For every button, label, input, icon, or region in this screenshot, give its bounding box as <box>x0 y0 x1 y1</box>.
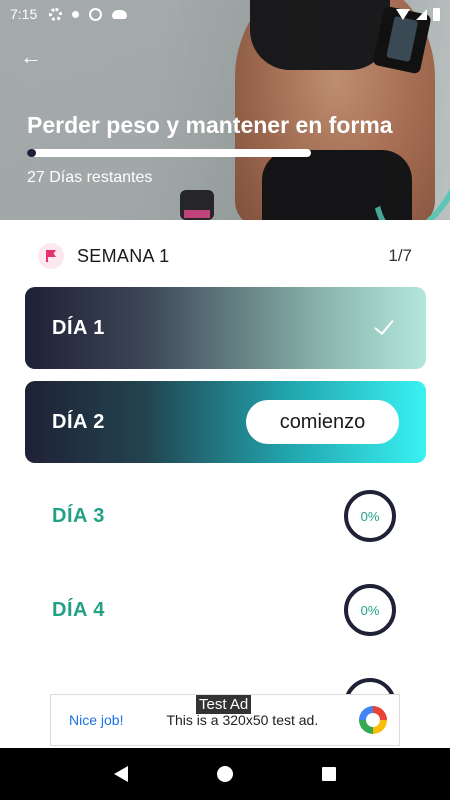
day-label: DÍA 2 <box>52 410 105 433</box>
ad-body: This is a 320x50 test ad. <box>166 712 319 728</box>
day-progress-ring: 0% <box>344 584 396 636</box>
back-button[interactable]: ← <box>18 44 44 70</box>
week-label: SEMANA 1 <box>77 245 170 266</box>
week-count: 1/7 <box>388 246 412 265</box>
status-system-icons <box>396 7 440 21</box>
program-progress-fill <box>27 149 36 157</box>
wifi-icon <box>396 8 410 20</box>
battery-icon <box>433 7 440 21</box>
dot-icon <box>72 10 80 18</box>
day-progress-ring: 0% <box>344 490 396 542</box>
ad-headline: Nice job! <box>69 712 124 728</box>
hero-overlay <box>0 0 450 220</box>
hero-banner <box>0 0 450 220</box>
ad-tag: Test Ad <box>196 695 252 714</box>
program-title: Perder peso y mantener en forma <box>27 112 393 138</box>
check-icon <box>377 322 397 334</box>
day-row-4[interactable]: DÍA 4 0% <box>25 569 426 651</box>
day-card-2[interactable]: DÍA 2 comienzo <box>25 381 426 463</box>
status-notification-icons <box>49 7 128 21</box>
flag-icon <box>38 243 64 269</box>
nav-recents-icon[interactable] <box>321 767 336 781</box>
cloud-icon <box>112 9 128 19</box>
days-remaining: 27 Días restantes <box>27 169 153 186</box>
day-label: DÍA 4 <box>52 598 105 621</box>
arrow-left-icon: ← <box>20 44 42 69</box>
signal-icon <box>416 8 427 20</box>
day-label: DÍA 1 <box>52 316 105 339</box>
program-progress-bar <box>27 149 311 157</box>
start-button[interactable]: comienzo <box>246 400 399 444</box>
day-label: DÍA 3 <box>52 504 105 527</box>
day-row-3[interactable]: DÍA 3 0% <box>25 475 426 557</box>
day-card-1[interactable]: DÍA 1 <box>25 287 426 369</box>
status-bar: 7:15 <box>0 0 450 28</box>
status-time: 7:15 <box>10 6 38 22</box>
gear-icon <box>49 7 63 21</box>
at-sign-icon <box>89 7 103 21</box>
week-header: SEMANA 1 1/7 <box>38 242 412 270</box>
system-nav-bar <box>0 748 450 800</box>
ad-logo-icon <box>359 706 387 734</box>
nav-home-icon[interactable] <box>216 766 233 782</box>
nav-back-icon[interactable] <box>114 766 129 782</box>
